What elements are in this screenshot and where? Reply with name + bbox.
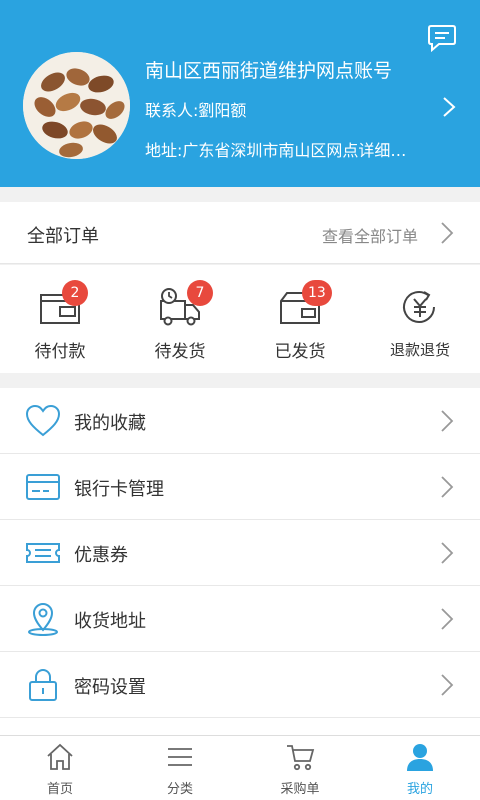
profile-header: 南山区西丽街道维护网点账号 联系人:劉阳额 地址:广东省深圳市南山区网点详细… bbox=[0, 0, 480, 187]
tab-label: 分类 bbox=[166, 782, 193, 797]
status-label: 已发货 bbox=[274, 342, 326, 362]
status-label: 退款退货 bbox=[389, 341, 450, 359]
chevron-right-icon bbox=[441, 476, 454, 498]
status-shipped[interactable]: 13 已发货 bbox=[240, 265, 360, 373]
home-icon bbox=[47, 743, 73, 770]
badge-count: 13 bbox=[302, 280, 332, 306]
avatar[interactable] bbox=[23, 52, 130, 159]
bank-card-icon bbox=[26, 474, 60, 500]
chevron-right-icon bbox=[441, 608, 454, 630]
chevron-right-icon bbox=[441, 410, 454, 432]
badge-count: 2 bbox=[62, 280, 88, 306]
tab-label: 我的 bbox=[406, 782, 433, 797]
menu-label: 我的收藏 bbox=[74, 413, 146, 434]
status-pending-payment[interactable]: 2 待付款 bbox=[0, 265, 120, 373]
account-address: 地址:广东省深圳市南山区网点详细… bbox=[145, 141, 407, 160]
menu-label: 银行卡管理 bbox=[74, 479, 164, 500]
chevron-right-icon bbox=[441, 542, 454, 564]
refund-yuan-icon bbox=[403, 291, 435, 323]
tab-mine[interactable]: 我的 bbox=[360, 736, 480, 800]
tab-category[interactable]: 分类 bbox=[120, 736, 240, 800]
tab-label: 采购单 bbox=[280, 782, 320, 797]
status-label: 待发货 bbox=[154, 342, 206, 362]
all-orders-title: 全部订单 bbox=[27, 226, 99, 247]
contact-person: 联系人:劉阳额 bbox=[145, 101, 247, 120]
badge-count: 7 bbox=[187, 280, 213, 306]
message-icon[interactable] bbox=[427, 24, 457, 52]
menu-item-coupons[interactable]: 优惠券 bbox=[0, 520, 480, 586]
location-pin-icon bbox=[28, 603, 58, 636]
menu-label: 收货地址 bbox=[74, 611, 146, 632]
view-all-orders-link[interactable]: 查看全部订单 bbox=[322, 223, 418, 247]
tab-label: 首页 bbox=[46, 782, 73, 797]
lock-icon bbox=[29, 669, 57, 701]
bottom-tab-bar: 首页 分类 采购单 我的 bbox=[0, 735, 480, 800]
order-status-row: 2 待付款 7 待发货 13 已发货 退款退货 bbox=[0, 265, 480, 373]
user-icon bbox=[407, 744, 433, 771]
status-label: 待付款 bbox=[34, 342, 86, 362]
chevron-right-icon bbox=[441, 222, 454, 244]
account-menu: 我的收藏 银行卡管理 优惠券 收货地址 密码设置 bbox=[0, 388, 480, 758]
coupon-icon bbox=[26, 543, 60, 563]
chevron-right-icon bbox=[441, 674, 454, 696]
menu-item-bank-cards[interactable]: 银行卡管理 bbox=[0, 454, 480, 520]
menu-item-address[interactable]: 收货地址 bbox=[0, 586, 480, 652]
tab-purchase-list[interactable]: 采购单 bbox=[240, 736, 360, 800]
cart-icon bbox=[287, 745, 315, 771]
all-orders-row[interactable]: 全部订单 查看全部订单 bbox=[0, 202, 480, 264]
status-refund-return[interactable]: 退款退货 bbox=[360, 265, 480, 373]
menu-item-password[interactable]: 密码设置 bbox=[0, 652, 480, 718]
menu-label: 密码设置 bbox=[74, 677, 146, 698]
list-icon bbox=[168, 748, 192, 766]
heart-icon bbox=[25, 404, 61, 437]
almond-photo bbox=[23, 52, 130, 159]
menu-label: 优惠券 bbox=[74, 545, 128, 566]
status-pending-shipment[interactable]: 7 待发货 bbox=[120, 265, 240, 373]
account-name: 南山区西丽街道维护网点账号 bbox=[145, 60, 393, 82]
chevron-right-icon[interactable] bbox=[441, 96, 457, 118]
menu-item-favorites[interactable]: 我的收藏 bbox=[0, 388, 480, 454]
tab-home[interactable]: 首页 bbox=[0, 736, 120, 800]
